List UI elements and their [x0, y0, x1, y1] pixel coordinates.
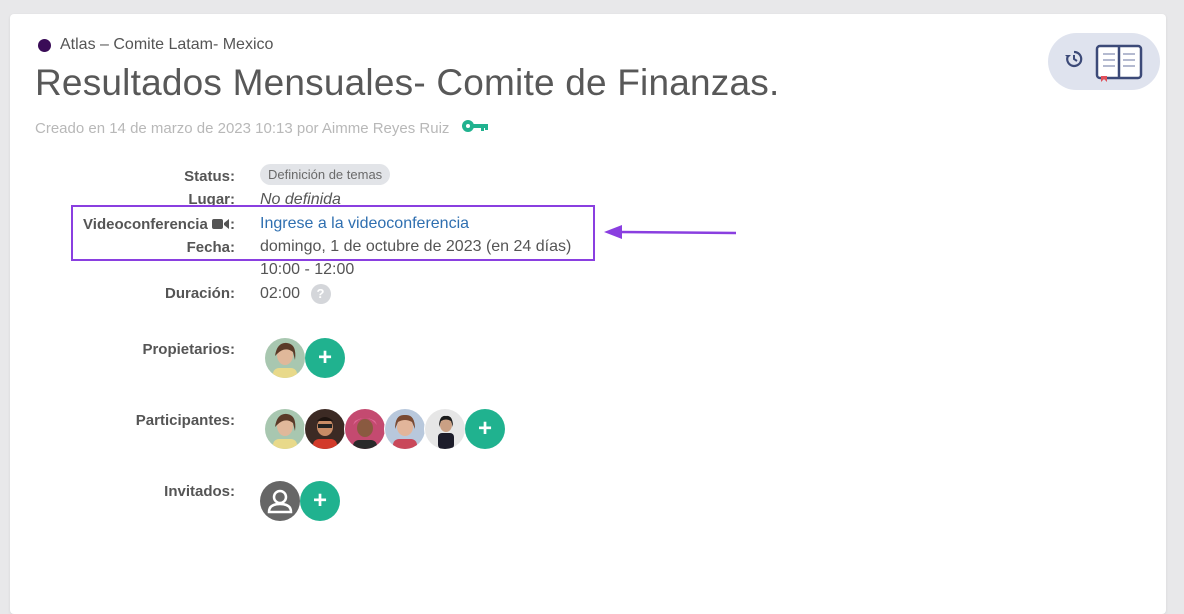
annotation-arrow: [604, 225, 737, 239]
person-icon[interactable]: [260, 481, 300, 521]
add-guest-button[interactable]: +: [300, 481, 340, 521]
history-icon[interactable]: [1064, 49, 1084, 74]
meeting-card: Atlas – Comite Latam- Mexico Resultados …: [10, 14, 1166, 614]
status-badge: Definición de temas: [260, 164, 391, 185]
breadcrumb-label: Atlas – Comite Latam- Mexico: [60, 36, 274, 53]
created-info: Creado en 14 de marzo de 2023 10:13 por …: [35, 119, 489, 137]
top-actions: [1048, 33, 1160, 90]
duracion-value: 02:00 ?: [260, 284, 331, 304]
breadcrumb[interactable]: Atlas – Comite Latam- Mexico: [38, 36, 273, 54]
invitados-label: Invitados:: [164, 483, 235, 500]
participantes-label: Participantes:: [135, 412, 235, 429]
page-title: Resultados Mensuales- Comite de Finanzas…: [35, 62, 780, 103]
time-value: 10:00 - 12:00: [260, 261, 355, 278]
circle-dot-icon: [38, 38, 51, 52]
highlight-box: [71, 205, 595, 261]
created-text: Creado en 14 de marzo de 2023 10:13 por …: [35, 119, 450, 137]
status-label: Status:: [184, 168, 235, 185]
status-value: Definición de temas: [260, 164, 391, 185]
question-icon[interactable]: ?: [310, 284, 331, 304]
propietarios-label: Propietarios:: [142, 341, 235, 358]
add-participant-button[interactable]: +: [465, 409, 505, 449]
avatar[interactable]: [305, 409, 345, 449]
avatar[interactable]: [265, 409, 305, 449]
add-owner-button[interactable]: +: [305, 338, 345, 378]
duracion-text: 02:00: [260, 285, 301, 303]
avatar[interactable]: [385, 409, 425, 449]
key-icon[interactable]: [461, 119, 489, 137]
avatar[interactable]: [265, 338, 305, 378]
avatar[interactable]: [345, 409, 385, 449]
book-icon[interactable]: [1095, 42, 1143, 87]
avatar[interactable]: [425, 409, 465, 449]
duracion-label: Duración:: [164, 285, 235, 302]
